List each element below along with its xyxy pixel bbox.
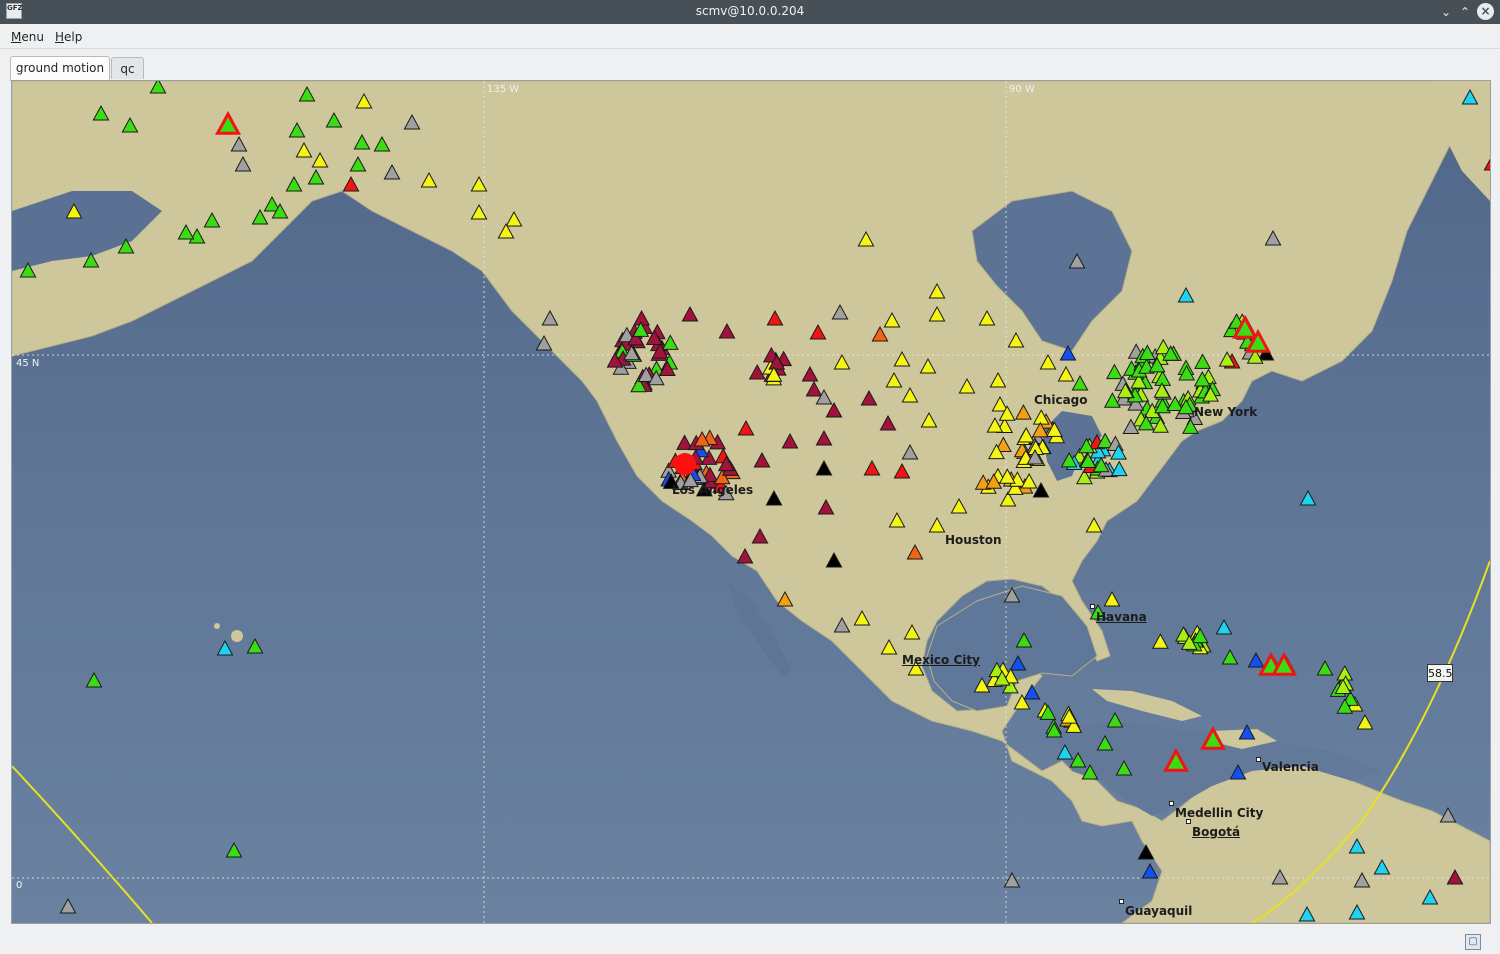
menu-bar: Menu Help <box>0 24 1500 49</box>
status-bar: ▢ <box>0 926 1500 954</box>
city-medellin: Medellin City <box>1175 806 1264 820</box>
city-mexico-city: Mexico City <box>902 653 980 667</box>
close-icon[interactable]: × <box>1477 3 1494 20</box>
maximize-icon[interactable]: ⌃ <box>1456 3 1474 21</box>
window-title: scmv@10.0.0.204 <box>695 4 805 18</box>
map-layers-icon[interactable]: ▢ <box>1465 934 1481 950</box>
grid-label-equator: 0 <box>16 880 23 891</box>
menu-menu[interactable]: Menu <box>11 30 44 44</box>
city-dot-medellin <box>1169 801 1174 806</box>
city-dot-valencia <box>1256 757 1261 762</box>
grid-label-90w: 90 W <box>1009 84 1035 95</box>
city-los-angeles: Los Angeles <box>672 483 754 497</box>
tab-qc[interactable]: qc <box>111 57 144 79</box>
hawaii-island <box>231 630 243 642</box>
city-guayaquil: Guayaquil <box>1125 904 1193 918</box>
city-dot-bogota <box>1186 819 1191 824</box>
city-havana: Havana <box>1096 610 1147 624</box>
hawaii-island-small <box>214 623 220 629</box>
tab-ground-motion[interactable]: ground motion <box>10 56 110 81</box>
window-titlebar: GFZ scmv@10.0.0.204 ⌄ ⌃ × <box>0 0 1500 24</box>
magnitude-label: 58.5 <box>1427 664 1453 682</box>
city-bogota: Bogotá <box>1192 825 1241 839</box>
menu-help[interactable]: Help <box>55 30 82 44</box>
map-canvas[interactable] <box>12 81 1490 923</box>
minimize-icon[interactable]: ⌄ <box>1437 3 1455 21</box>
city-dot-guayaquil <box>1119 899 1124 904</box>
event-marker[interactable] <box>674 453 696 475</box>
station-map[interactable]: 135 W 90 W 45 N 0 Chicago New York Los A… <box>11 80 1491 924</box>
grid-label-135w: 135 W <box>487 84 520 95</box>
city-valencia: Valencia <box>1262 760 1319 774</box>
city-houston: Houston <box>945 533 1002 547</box>
city-chicago: Chicago <box>1034 393 1088 407</box>
city-new-york: New York <box>1194 405 1258 419</box>
city-dot-havana <box>1090 604 1095 609</box>
grid-label-45n: 45 N <box>16 358 40 369</box>
